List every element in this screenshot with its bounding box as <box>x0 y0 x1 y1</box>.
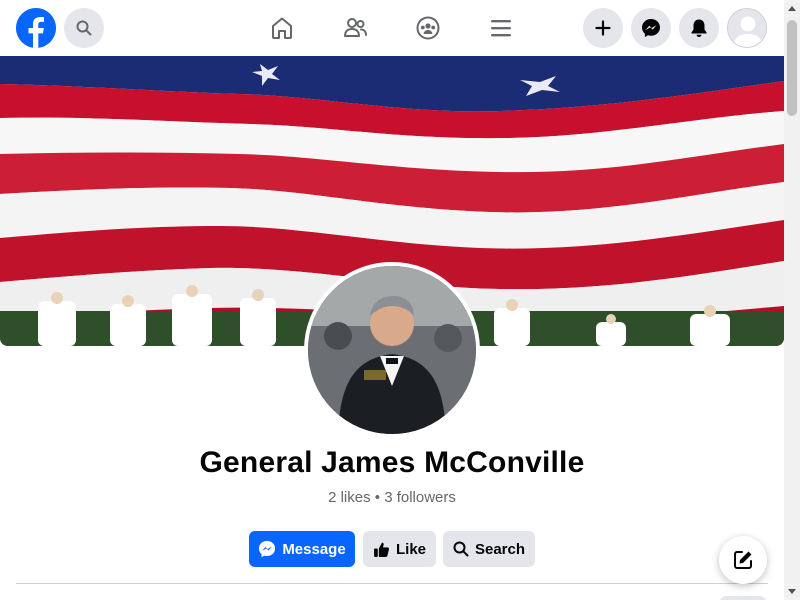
message-button[interactable]: Message <box>249 531 355 567</box>
thumbs-up-icon <box>374 542 389 557</box>
search-button[interactable] <box>64 8 104 48</box>
like-button-label: Like <box>395 540 426 558</box>
scroll-up-arrow-icon[interactable] <box>784 0 800 16</box>
home-icon <box>272 17 292 39</box>
likes-followers-count[interactable]: 2 likes • 3 followers <box>0 489 784 506</box>
friends-icon <box>344 18 367 37</box>
messenger-button[interactable] <box>631 8 671 48</box>
notifications-button[interactable] <box>679 8 719 48</box>
section-divider <box>16 583 768 584</box>
partially-visible-button[interactable] <box>720 596 766 600</box>
bell-icon <box>691 19 707 37</box>
facebook-logo-icon[interactable] <box>16 8 56 48</box>
plus-icon <box>595 20 611 36</box>
groups-icon <box>416 16 440 40</box>
new-message-button[interactable] <box>719 536 767 584</box>
create-button[interactable] <box>583 8 623 48</box>
account-avatar[interactable] <box>727 8 767 48</box>
message-button-label: Message <box>282 540 346 558</box>
messenger-icon <box>642 19 660 37</box>
profile-picture[interactable] <box>304 262 480 438</box>
scroll-down-arrow-icon[interactable] <box>784 584 800 600</box>
menu-icon <box>491 20 511 37</box>
friends-tab[interactable] <box>341 14 369 42</box>
search-button-label: Search <box>474 540 526 558</box>
messenger-icon <box>259 540 276 558</box>
home-tab[interactable] <box>268 14 296 42</box>
menu-tab[interactable] <box>487 14 515 42</box>
groups-tab[interactable] <box>414 14 442 42</box>
like-button[interactable]: Like <box>363 531 436 567</box>
search-icon <box>453 541 469 557</box>
top-navigation-bar <box>0 0 784 56</box>
scrollbar-thumb[interactable] <box>787 20 797 116</box>
avatar-icon <box>728 9 766 47</box>
compose-icon <box>734 551 752 569</box>
search-page-button[interactable]: Search <box>443 531 535 567</box>
page-scrollbar[interactable] <box>784 0 800 600</box>
page-title: General James McConville <box>199 446 585 479</box>
search-icon <box>76 20 92 36</box>
